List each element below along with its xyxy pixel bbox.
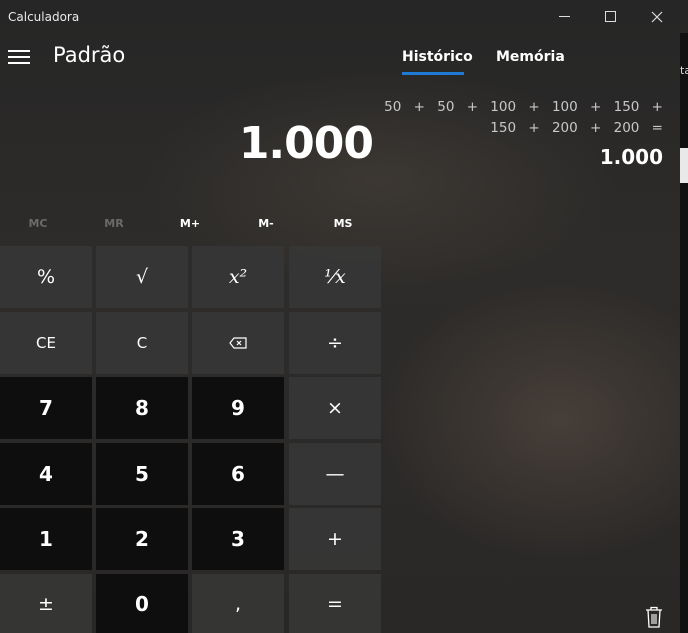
menu-icon[interactable] — [8, 50, 30, 66]
digit-0-button[interactable]: 0 — [96, 574, 188, 633]
memory-clear-button[interactable]: MC — [0, 217, 76, 230]
digit-9-button[interactable]: 9 — [192, 377, 284, 439]
backspace-icon — [229, 337, 247, 349]
digit-6-button[interactable]: 6 — [192, 443, 284, 505]
trash-icon[interactable] — [645, 606, 663, 628]
clear-entry-button[interactable]: CE — [0, 312, 92, 374]
reciprocal-button[interactable]: ¹⁄x — [289, 246, 381, 308]
add-button[interactable]: + — [289, 508, 381, 570]
percent-button[interactable]: % — [0, 246, 92, 308]
tab-history[interactable]: Histórico — [402, 49, 473, 65]
adjacent-window-text: ta — [680, 64, 688, 77]
backspace-button[interactable] — [192, 312, 284, 374]
adjacent-window-edge — [680, 33, 688, 633]
memory-subtract-button[interactable]: M- — [228, 217, 304, 230]
digit-7-button[interactable]: 7 — [0, 377, 92, 439]
digit-5-button[interactable]: 5 — [96, 443, 188, 505]
digit-8-button[interactable]: 8 — [96, 377, 188, 439]
memory-add-button[interactable]: M+ — [152, 217, 228, 230]
sqrt-button[interactable]: √ — [96, 246, 188, 308]
history-expression-line2[interactable]: 150 + 200 + 200 = — [363, 120, 663, 136]
tab-memory[interactable]: Memória — [496, 49, 565, 65]
divide-button[interactable]: ÷ — [289, 312, 381, 374]
subtract-button[interactable]: — — [289, 443, 381, 505]
digit-1-button[interactable]: 1 — [0, 508, 92, 570]
negate-button[interactable]: ± — [0, 574, 92, 633]
maximize-button[interactable] — [588, 0, 634, 33]
memory-recall-button[interactable]: MR — [76, 217, 152, 230]
multiply-button[interactable]: × — [289, 377, 381, 439]
clear-button[interactable]: C — [96, 312, 188, 374]
digit-4-button[interactable]: 4 — [0, 443, 92, 505]
minimize-icon — [559, 15, 570, 17]
close-button[interactable] — [634, 0, 680, 33]
close-icon — [651, 11, 663, 22]
equals-button[interactable]: = — [289, 574, 381, 633]
maximize-icon — [605, 10, 616, 22]
result-display: 1.000 — [238, 118, 374, 169]
active-tab-indicator — [402, 72, 464, 75]
title-bar[interactable]: Calculadora — [0, 0, 688, 33]
square-button[interactable]: x² — [192, 246, 284, 308]
decimal-comma-button[interactable]: , — [192, 574, 284, 633]
digit-3-button[interactable]: 3 — [192, 508, 284, 570]
app-title: Calculadora — [8, 10, 80, 24]
history-result[interactable]: 1.000 — [600, 145, 663, 169]
history-expression-line1[interactable]: 50 + 50 + 100 + 100 + 150 + — [363, 99, 663, 115]
minimize-button[interactable] — [542, 0, 588, 33]
digit-2-button[interactable]: 2 — [96, 508, 188, 570]
memory-store-button[interactable]: MS — [305, 217, 381, 230]
mode-title: Padrão — [53, 43, 126, 67]
